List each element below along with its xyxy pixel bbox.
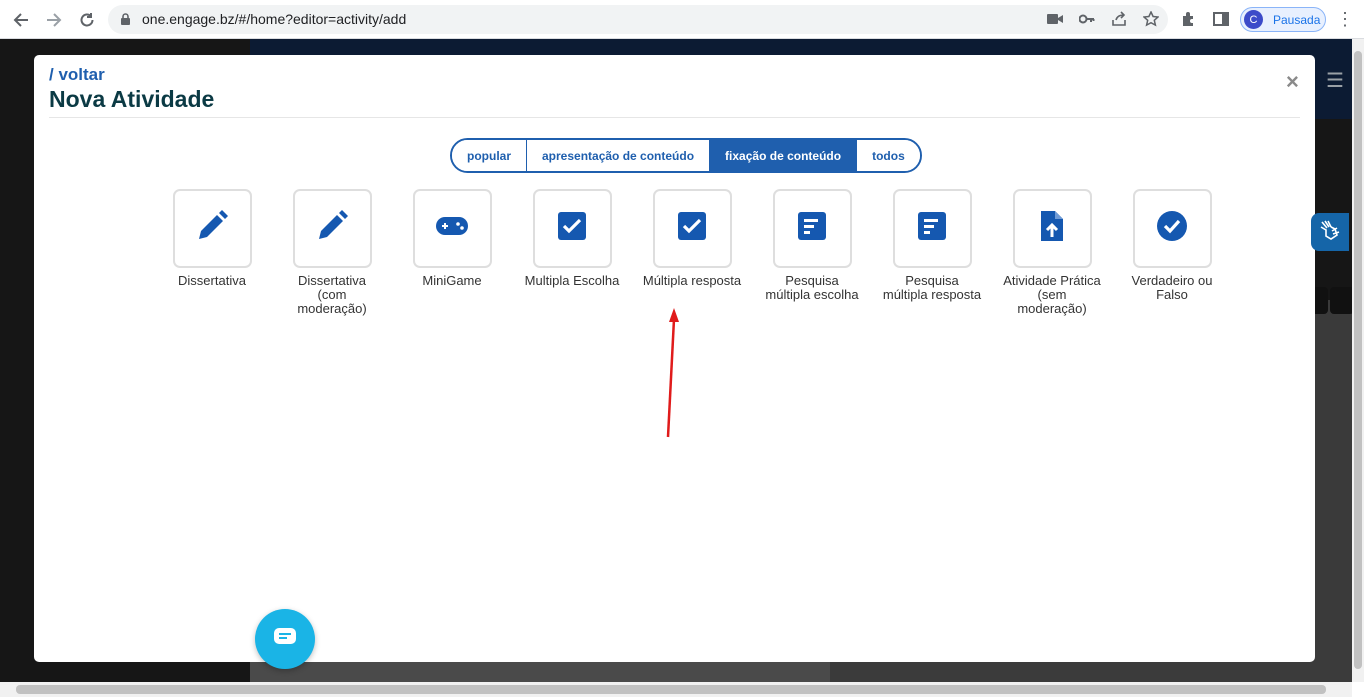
activity-card-label: Pesquisa múltipla escolha [765, 273, 859, 302]
annotation-arrow [666, 308, 679, 438]
activity-card-pesquisa-resposta[interactable]: Pesquisa múltipla resposta [872, 189, 992, 316]
back-link[interactable]: / voltar [49, 65, 105, 85]
gamepad-icon [435, 215, 469, 242]
url-text: one.engage.bz/#/home?editor=activity/add [142, 11, 407, 27]
list-icon [797, 211, 827, 246]
accessibility-libras-button[interactable] [1311, 213, 1349, 251]
back-arrow-icon[interactable] [9, 8, 33, 32]
activity-card-dissertativa[interactable]: Dissertativa [152, 189, 272, 316]
hands-icon [1318, 218, 1342, 247]
activity-card-label: Verdadeiro ou Falso [1131, 273, 1213, 302]
activity-card-label: Dissertativa [178, 273, 246, 288]
avatar: C [1244, 10, 1263, 29]
tab-popular[interactable]: popular [452, 140, 527, 171]
browser-menu-icon[interactable]: ⋮ [1336, 10, 1354, 28]
close-icon[interactable]: × [1286, 69, 1299, 95]
address-bar[interactable]: one.engage.bz/#/home?editor=activity/add [108, 5, 1168, 34]
profile-button[interactable]: C Pausada [1240, 7, 1326, 32]
profile-status: Pausada [1273, 13, 1321, 27]
lock-icon [120, 13, 131, 31]
browser-toolbar: one.engage.bz/#/home?editor=activity/add… [0, 0, 1364, 39]
activity-card-dissertativa-moderacao[interactable]: Dissertativa (com moderação) [272, 189, 392, 316]
activity-type-list: Dissertativa Dissertativa (com moderação… [152, 189, 1232, 316]
divider [49, 117, 1300, 118]
tab-todos[interactable]: todos [857, 140, 920, 171]
modal-title: Nova Atividade [49, 86, 215, 112]
chat-button[interactable] [255, 609, 315, 669]
activity-card-minigame[interactable]: MiniGame [392, 189, 512, 316]
forward-arrow-icon[interactable] [42, 8, 66, 32]
pencil-icon [315, 209, 349, 248]
tab-apresentacao[interactable]: apresentação de conteúdo [527, 140, 711, 171]
camera-blocked-icon[interactable] [1046, 10, 1064, 28]
activity-card-atividade-pratica[interactable]: Atividade Prática (sem moderação) [992, 189, 1112, 316]
activity-card-label: Atividade Prática (sem moderação) [1003, 273, 1101, 316]
reload-icon[interactable] [75, 8, 99, 32]
activity-card-pesquisa-escolha[interactable]: Pesquisa múltipla escolha [752, 189, 872, 316]
key-icon[interactable] [1078, 10, 1096, 28]
tab-fixacao[interactable]: fixação de conteúdo [710, 140, 858, 171]
activity-card-label: MiniGame [422, 273, 482, 288]
activity-card-multipla-escolha[interactable]: Multipla Escolha [512, 189, 632, 316]
activity-card-label: Pesquisa múltipla resposta [882, 273, 982, 302]
background-list-button [1330, 287, 1354, 314]
list-icon [917, 211, 947, 246]
activity-card-multipla-resposta[interactable]: Múltipla resposta [632, 189, 752, 316]
check-circle-icon [1156, 210, 1188, 247]
vertical-scrollbar[interactable] [1352, 39, 1364, 682]
file-upload-icon [1039, 209, 1065, 248]
pencil-icon [195, 209, 229, 248]
share-icon[interactable] [1110, 10, 1128, 28]
checkbox-icon [557, 211, 587, 246]
activity-card-verdadeiro-falso[interactable]: Verdadeiro ou Falso [1112, 189, 1232, 316]
activity-card-label: Múltipla resposta [642, 273, 742, 288]
extensions-puzzle-icon[interactable] [1180, 10, 1198, 28]
activity-card-label: Dissertativa (com moderação) [297, 273, 367, 316]
activity-card-label: Multipla Escolha [524, 273, 620, 288]
star-icon[interactable] [1142, 10, 1160, 28]
category-tabs: popular apresentação de conteúdo fixação… [450, 138, 922, 173]
horizontal-scrollbar[interactable] [0, 682, 1352, 697]
background-menu-icon: ☰ [1326, 70, 1344, 92]
chat-bubble-icon [273, 627, 297, 652]
checkbox-icon [677, 211, 707, 246]
side-panel-icon[interactable] [1212, 10, 1230, 28]
